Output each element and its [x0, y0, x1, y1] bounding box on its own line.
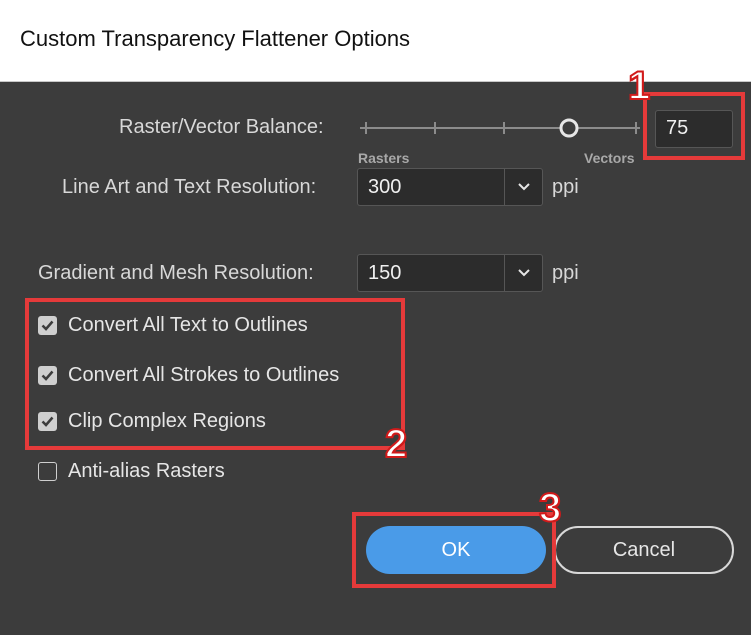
vectors-label: Vectors	[584, 150, 635, 166]
annotation-badge-3: 3	[538, 485, 562, 531]
line-art-resolution-select[interactable]: 300	[357, 168, 543, 206]
select-divider	[504, 255, 505, 291]
annotation-badge-1: 1	[627, 63, 651, 109]
chevron-down-icon[interactable]	[517, 266, 531, 280]
annotation-badge-2: 2	[384, 421, 408, 467]
gradient-label: Gradient and Mesh Resolution:	[38, 262, 314, 284]
line-art-value: 300	[368, 176, 402, 198]
line-art-unit: ppi	[552, 176, 579, 198]
balance-slider[interactable]	[356, 114, 646, 144]
slider-thumb	[559, 118, 579, 138]
select-divider	[504, 169, 505, 205]
chevron-down-icon[interactable]	[517, 180, 531, 194]
gradient-resolution-select[interactable]: 150	[357, 254, 543, 292]
annotation-box-3	[352, 512, 556, 588]
checkbox-unchecked[interactable]	[38, 462, 57, 481]
annotation-box-1	[643, 92, 745, 160]
rasters-label: Rasters	[358, 150, 410, 166]
cancel-button[interactable]: Cancel	[554, 526, 734, 574]
gradient-value: 150	[368, 262, 402, 284]
gradient-unit: ppi	[552, 262, 579, 284]
line-art-label: Line Art and Text Resolution:	[62, 176, 317, 198]
annotation-box-2	[25, 298, 405, 450]
window-title: Custom Transparency Flattener Options	[20, 26, 411, 51]
flattener-options-dialog: Raster/Vector Balance: Rasters Vectors 7…	[0, 63, 751, 635]
balance-label: Raster/Vector Balance:	[119, 116, 324, 138]
option-label: Anti-alias Rasters	[68, 460, 225, 482]
